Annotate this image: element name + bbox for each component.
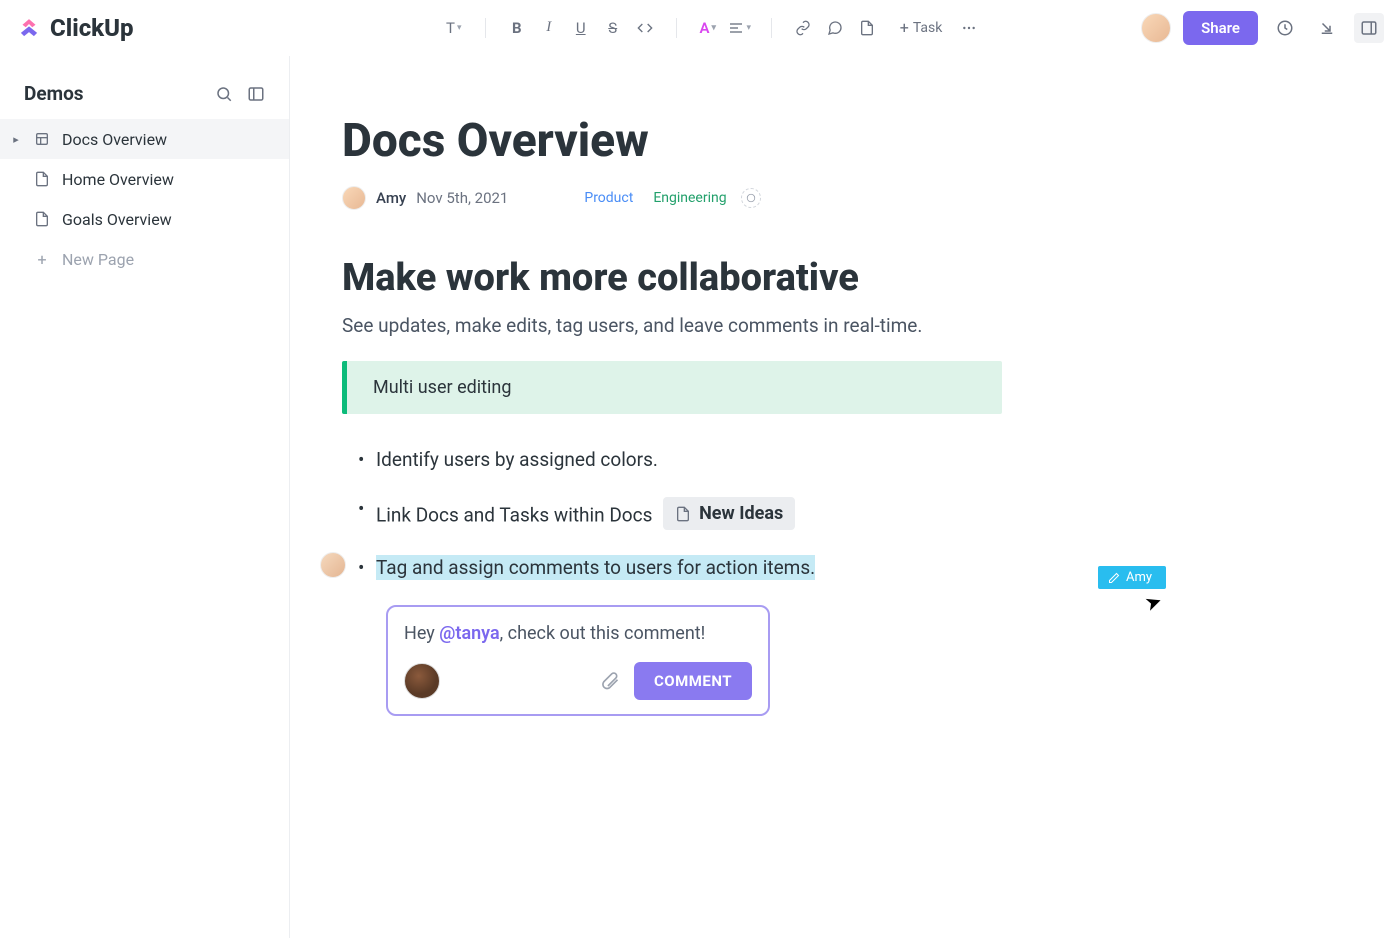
sidebar-new-page-button[interactable]: + New Page [0,239,289,279]
author-name: Amy [376,189,406,207]
comment-input[interactable]: Hey @tanya, check out this comment! [404,623,752,644]
comment-text-prefix: Hey [404,623,439,644]
tag-engineering[interactable]: Engineering [647,188,732,208]
callout-block[interactable]: Multi user editing [342,361,1002,414]
doc-meta-row: Amy Nov 5th, 2021 Product Engineering [342,186,1336,210]
toolbar-right: Share [1141,11,1384,45]
callout-text: Multi user editing [373,377,511,398]
formatting-toolbar: T▾ B I U S A▾ ▾ [276,13,1141,43]
sidebar-header: Demos [0,74,289,119]
code-button[interactable] [630,13,660,43]
collapse-sidebar-icon[interactable] [245,83,267,105]
toolbar-separator [771,18,772,38]
list-item[interactable]: Identify users by assigned colors. [376,448,1336,471]
export-icon[interactable] [1312,13,1342,43]
sidebar-item-goals-overview[interactable]: Goals Overview [0,199,289,239]
main-area: Demos ▸ Docs Overview Home Overview [0,56,1400,938]
plus-icon: + [32,249,52,269]
link-button[interactable] [788,13,818,43]
sidebar-item-label: Docs Overview [62,130,167,149]
collaborator-avatar[interactable] [320,552,346,578]
list-item[interactable]: Link Docs and Tasks within Docs New Idea… [376,497,1336,530]
sidebar-new-page-label: New Page [62,250,134,269]
more-button[interactable] [954,13,984,43]
underline-button[interactable]: U [566,13,596,43]
sidebar-item-docs-overview[interactable]: ▸ Docs Overview [0,119,289,159]
text-color-button[interactable]: A▾ [693,13,723,43]
list-item-text: Link Docs and Tasks within Docs [376,504,652,527]
toolbar-separator [676,18,677,38]
chevron-right-icon: ▸ [10,133,22,146]
sidebar-item-label: Home Overview [62,170,174,189]
doc-link-chip[interactable]: New Ideas [663,497,795,530]
brand-logo[interactable]: ClickUp [16,14,276,42]
search-icon[interactable] [213,83,235,105]
bold-button[interactable]: B [502,13,532,43]
bullet-list[interactable]: Identify users by assigned colors. Link … [342,448,1336,579]
add-tag-button[interactable] [741,188,761,208]
text-style-button[interactable]: T▾ [439,13,469,43]
doc-grid-icon [32,129,52,149]
doc-link-chip-label: New Ideas [699,503,783,524]
comment-tool-button[interactable] [820,13,850,43]
page-button[interactable] [852,13,882,43]
italic-button[interactable]: I [534,13,564,43]
add-task-button[interactable]: +Task [892,14,951,41]
sidebar-item-label: Goals Overview [62,210,172,229]
pencil-icon [1108,572,1120,584]
page-title[interactable]: Docs Overview [342,114,1336,168]
sidebar: Demos ▸ Docs Overview Home Overview [0,56,290,938]
list-item-text: Identify users by assigned colors. [376,448,658,471]
clickup-logo-icon [16,15,42,41]
doc-icon [32,169,52,189]
toolbar-separator [485,18,486,38]
highlighted-text[interactable]: Tag and assign comments to users for act… [376,555,815,580]
align-button[interactable]: ▾ [725,13,755,43]
sidebar-title: Demos [24,82,84,105]
author-avatar[interactable] [342,186,366,210]
commenter-avatar[interactable] [404,663,440,699]
strikethrough-button[interactable]: S [598,13,628,43]
list-item[interactable]: Tag and assign comments to users for act… [376,556,1336,579]
presence-cursor-label: Amy [1098,566,1166,589]
current-user-avatar[interactable] [1141,13,1171,43]
cursor-icon: ➤ [1141,588,1165,616]
add-task-label: Task [913,20,943,36]
brand-name: ClickUp [50,14,134,42]
presence-user-name: Amy [1126,570,1152,585]
doc-date: Nov 5th, 2021 [416,189,508,207]
attachment-icon[interactable] [600,671,620,691]
panel-toggle-icon[interactable] [1354,13,1384,43]
section-heading[interactable]: Make work more collaborative [342,256,1336,300]
intro-paragraph[interactable]: See updates, make edits, tag users, and … [342,314,1336,337]
top-toolbar: ClickUp T▾ B I U S A▾ ▾ [0,0,1400,56]
comment-mention[interactable]: @tanya [439,623,499,644]
comment-submit-button[interactable]: COMMENT [634,662,752,700]
doc-icon [675,506,691,522]
comment-composer[interactable]: Hey @tanya, check out this comment! COMM… [386,605,770,716]
history-icon[interactable] [1270,13,1300,43]
tag-product[interactable]: Product [578,188,639,208]
share-button[interactable]: Share [1183,11,1258,45]
doc-icon [32,209,52,229]
sidebar-item-home-overview[interactable]: Home Overview [0,159,289,199]
document-content[interactable]: Docs Overview Amy Nov 5th, 2021 Product … [290,56,1400,938]
comment-text-suffix: , check out this comment! [500,623,706,644]
